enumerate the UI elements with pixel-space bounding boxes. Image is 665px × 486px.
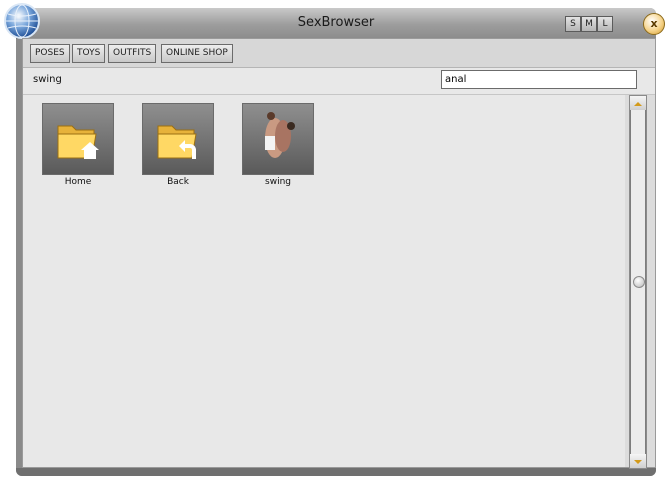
globe-icon: [4, 3, 40, 39]
close-button[interactable]: x: [643, 13, 665, 35]
item-home[interactable]: Home: [42, 103, 114, 187]
tab-online-shop[interactable]: ONLINE SHOP: [161, 44, 233, 63]
folder-home-icon: [57, 125, 99, 159]
item-label: swing: [265, 177, 291, 187]
tab-outfits[interactable]: OUTFITS: [108, 44, 157, 63]
item-back[interactable]: Back: [142, 103, 214, 187]
window-bottom-edge: [16, 468, 656, 476]
path-bar: swing: [23, 68, 655, 95]
scroll-down-button[interactable]: [630, 454, 646, 468]
item-swing[interactable]: swing: [242, 103, 314, 187]
item-label: Back: [167, 177, 189, 187]
item-thumbnail[interactable]: [242, 103, 314, 175]
scroll-thumb[interactable]: [633, 276, 645, 288]
arrow-up-icon: [634, 102, 642, 106]
item-thumbnail[interactable]: [42, 103, 114, 175]
size-medium-button[interactable]: M: [581, 16, 597, 32]
window-title: SexBrowser: [297, 15, 375, 30]
item-thumbnail[interactable]: [142, 103, 214, 175]
tab-toys[interactable]: TOYS: [72, 44, 106, 63]
category-tabs: POSES TOYS OUTFITS ONLINE SHOP: [23, 39, 655, 68]
scroll-up-button[interactable]: [630, 96, 646, 110]
size-small-button[interactable]: S: [565, 16, 581, 32]
search-input[interactable]: [441, 70, 637, 89]
size-large-button[interactable]: L: [597, 16, 613, 32]
title-bar[interactable]: SexBrowser S M L x: [16, 8, 665, 39]
folder-back-icon: [157, 125, 197, 159]
item-label: Home: [64, 177, 92, 187]
tab-poses[interactable]: POSES: [30, 44, 70, 63]
browser-body: POSES TOYS OUTFITS ONLINE SHOP swing Hom…: [22, 38, 656, 469]
vertical-scrollbar[interactable]: [629, 95, 647, 469]
item-grid: Home Back swing: [23, 95, 625, 467]
current-folder-label: swing: [33, 74, 62, 85]
arrow-down-icon: [634, 460, 642, 464]
pose-thumbnail-icon: [265, 112, 295, 158]
